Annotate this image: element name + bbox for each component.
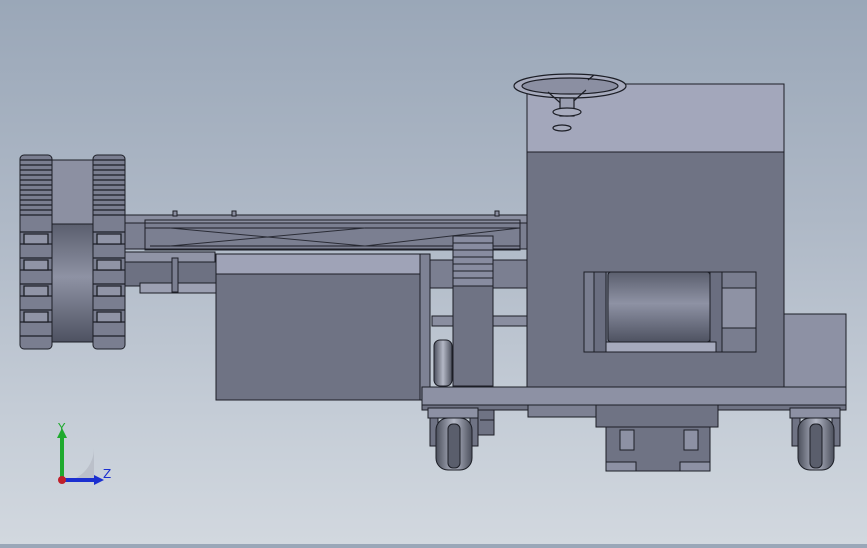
lower-brackets	[527, 404, 719, 472]
motor-drum	[583, 271, 757, 353]
battery-box	[215, 253, 431, 401]
caster-wheel-right	[789, 407, 841, 471]
origin-dot	[58, 476, 66, 484]
model-drawing	[19, 73, 847, 472]
z-axis-label: Z	[103, 467, 111, 481]
cad-viewport[interactable]: Y Z	[0, 0, 867, 544]
rear-wheel-assembly	[19, 154, 126, 350]
coordinate-triad: Y Z	[57, 421, 111, 485]
triad-arc	[60, 448, 94, 482]
y-axis-label: Y	[57, 421, 66, 435]
